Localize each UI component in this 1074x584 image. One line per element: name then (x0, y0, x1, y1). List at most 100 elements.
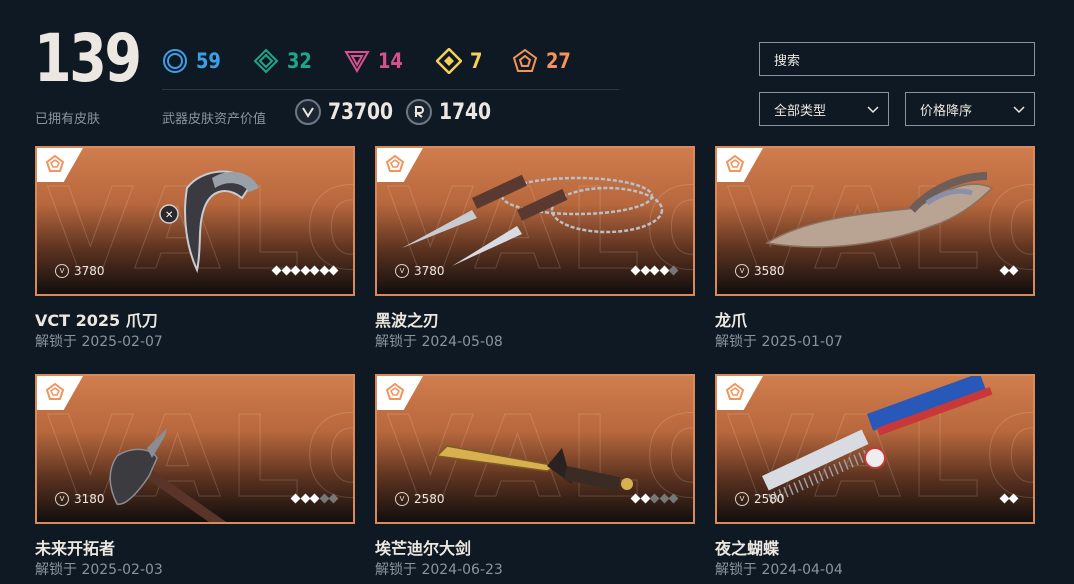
level-diamond (328, 493, 339, 504)
skin-price: V 3180 (55, 492, 105, 506)
vp-amount: 73700 (328, 99, 394, 125)
vp-icon: V (55, 492, 69, 506)
level-diamond (640, 493, 650, 504)
pentagon-icon (725, 382, 745, 400)
skin-name: 夜之蝴蝶 (715, 539, 780, 558)
pentagon-icon (385, 382, 405, 400)
level-diamond (319, 265, 329, 276)
upgrade-levels (998, 493, 1019, 504)
skin-unlock-date: 解锁于 2024-06-23 (375, 562, 503, 578)
skin-price: V 3580 (735, 264, 785, 278)
upgrade-levels (998, 265, 1019, 276)
vp-icon: V (55, 264, 69, 278)
tier-counts: 59 32 14 7 27 (162, 48, 604, 74)
skin-price: V 3780 (55, 264, 105, 278)
level-diamond (649, 493, 660, 504)
deluxe-tier-count: 32 (253, 48, 316, 74)
level-diamond (659, 265, 669, 276)
tier-count-value: 32 (287, 49, 313, 73)
vp-balance: 73700 (295, 99, 405, 125)
owned-skins-count: 139 (34, 20, 142, 97)
skin-name: 埃芒迪尔大剑 (375, 539, 472, 558)
skin-price-value: 2580 (754, 492, 785, 506)
pentagon-icon (725, 154, 745, 172)
level-diamond (1008, 265, 1019, 276)
tier-count-value: 59 (196, 49, 221, 73)
skin-name: 黑波之刃 (375, 311, 440, 330)
triangle-icon (344, 51, 371, 73)
sort-select[interactable]: 价格降序 (905, 92, 1035, 126)
skin-price-value: 2580 (414, 492, 445, 506)
level-diamond (290, 493, 301, 504)
skin-name: 龙爪 (715, 311, 748, 330)
chevron-down-icon (1013, 106, 1025, 114)
tier-count-value: 27 (546, 49, 572, 73)
owned-skins-caption: 已拥有皮肤 (35, 112, 101, 127)
svg-text:✕: ✕ (165, 210, 173, 221)
search-input[interactable]: 搜索 (759, 42, 1035, 76)
level-diamond (630, 265, 641, 276)
skin-price: V 2580 (395, 492, 445, 506)
skin-card[interactable]: VALORANTV3180 (35, 374, 355, 524)
skin-price: V 3780 (395, 264, 445, 278)
skin-unlock-date: 解锁于 2025-02-07 (35, 334, 163, 350)
premium-tier-count: 14 (344, 48, 407, 74)
sort-value: 价格降序 (920, 103, 973, 119)
level-diamond (640, 265, 650, 276)
level-diamond (999, 265, 1009, 276)
level-diamond (630, 493, 641, 504)
ultra-tier-count: 7 (435, 48, 485, 74)
vp-icon: V (395, 264, 409, 278)
vp-icon: V (735, 492, 749, 506)
skin-name: 未来开拓者 (35, 539, 116, 558)
level-diamond (281, 265, 291, 276)
skin-card[interactable]: VALORANTV3580 (715, 146, 1035, 296)
select-tier-count: 59 (162, 48, 225, 74)
skin-card[interactable]: VALORANTV2580 (715, 374, 1035, 524)
skin-card[interactable]: VALORANT✕V3780 (35, 146, 355, 296)
level-diamond (659, 493, 669, 504)
skin-price-value: 3780 (74, 264, 105, 278)
level-diamond (999, 493, 1009, 504)
pentagon-icon (45, 154, 65, 172)
rhombus-icon (253, 48, 279, 74)
level-diamond (309, 265, 320, 276)
circle-icon (163, 49, 187, 73)
skin-card[interactable]: VALORANTV3780 (375, 146, 695, 296)
chevron-down-icon (867, 106, 879, 114)
vp-icon: V (735, 264, 749, 278)
skin-price-value: 3180 (74, 492, 105, 506)
level-diamond (300, 493, 310, 504)
asset-value-caption: 武器皮肤资产价值 (162, 112, 267, 127)
radianite-icon (406, 99, 432, 125)
upgrade-levels (271, 265, 339, 276)
vp-icon: V (395, 492, 409, 506)
skin-card[interactable]: VALORANTV2580 (375, 374, 695, 524)
skin-price-value: 3580 (754, 264, 785, 278)
search-placeholder: 搜索 (774, 53, 801, 69)
level-diamond (668, 265, 679, 276)
skin-unlock-date: 解锁于 2024-05-08 (375, 334, 503, 350)
type-filter-select[interactable]: 全部类型 (759, 92, 889, 126)
skin-price-value: 3780 (414, 264, 445, 278)
level-diamond (290, 265, 301, 276)
skin-unlock-date: 解锁于 2024-04-04 (715, 562, 843, 578)
level-diamond (668, 493, 679, 504)
level-diamond (328, 265, 339, 276)
skin-unlock-date: 解锁于 2025-02-03 (35, 562, 163, 578)
radianite-balance: 1740 (406, 99, 500, 125)
header-divider (162, 89, 619, 90)
skin-price: V 2580 (735, 492, 785, 506)
level-diamond (271, 265, 282, 276)
vp-icon (295, 99, 321, 125)
pentagon-icon (513, 48, 538, 72)
tier-count-value: 7 (469, 49, 483, 73)
tier-count-value: 14 (378, 49, 404, 73)
skin-unlock-date: 解锁于 2025-01-07 (715, 334, 843, 350)
upgrade-levels (630, 493, 679, 504)
pentagon-icon (385, 154, 405, 172)
upgrade-levels (630, 265, 679, 276)
radianite-amount: 1740 (439, 99, 492, 125)
upgrade-levels (290, 493, 339, 504)
pentagon-icon (45, 382, 65, 400)
